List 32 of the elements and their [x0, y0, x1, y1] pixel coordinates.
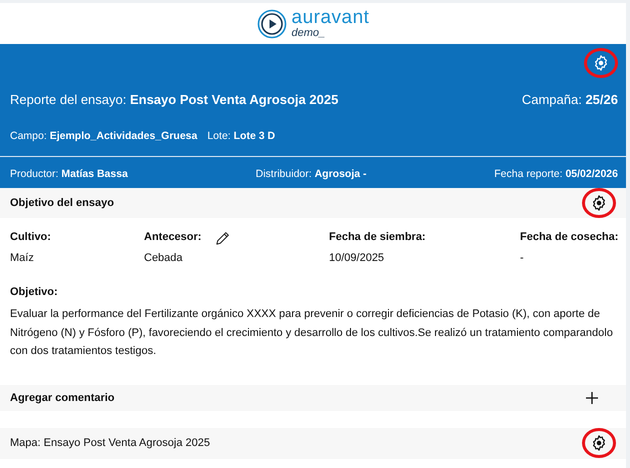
- objective-text: Evaluar la performance del Fertilizante orgánico XXXX para prevenir o corregir deficiencias de Potasio (K), con aporte de Nitrógeno (N) y Fósforo (P), favoreciendo el crecimiento y desarrollo de los cultivos.Se realizó un tratamiento comparandolo con dos tratamientos testigos.: [10, 307, 614, 359]
- play-logo-icon: [256, 8, 287, 38]
- location-info: Lote: Lote 3 D: [207, 130, 276, 142]
- section-title: Agregar comentario: [10, 392, 115, 404]
- report-title: Reporte del ensayo: Ensayo Post Venta Agrosoja 2025: [10, 92, 338, 107]
- pencil-icon[interactable]: [215, 230, 230, 246]
- settings-button[interactable]: [584, 48, 618, 78]
- logo-name: auravant: [292, 8, 370, 27]
- field-label: Cultivo:: [10, 231, 51, 243]
- report-detail: Productor: Matías Bassa: [10, 168, 128, 180]
- map-title: Mapa: Ensayo Post Venta Agrosoja 2025: [10, 437, 210, 449]
- settings-button[interactable]: [582, 188, 616, 218]
- report-detail: Distribuidor: Agrosoja -: [256, 168, 366, 180]
- plus-icon[interactable]: [586, 392, 598, 404]
- field-label: Fecha de siembra:: [329, 231, 426, 243]
- comment-section-header[interactable]: Agregar comentario: [0, 384, 626, 410]
- field-value: Maíz: [10, 252, 35, 264]
- report-detail: Fecha reporte: 05/02/2026: [494, 168, 618, 180]
- logo-tagline: demo_: [292, 28, 326, 39]
- field-label: Antecesor:: [144, 231, 202, 243]
- section-title: Objetivo del ensayo: [10, 197, 114, 209]
- settings-icon: [590, 194, 608, 212]
- field-value: -: [520, 252, 525, 264]
- settings-button[interactable]: [582, 428, 616, 458]
- objective-label: Objetivo:: [10, 286, 59, 298]
- field-label: Fecha de cosecha:: [520, 231, 618, 243]
- settings-icon: [592, 54, 610, 72]
- settings-icon: [590, 434, 608, 452]
- location-info: Campo: Ejemplo_Actividades_Gruesa: [10, 130, 198, 142]
- field-value: 10/09/2025: [329, 252, 386, 264]
- campaign-label: Campaña: 25/26: [522, 92, 618, 107]
- field-value: Cebada: [144, 252, 184, 264]
